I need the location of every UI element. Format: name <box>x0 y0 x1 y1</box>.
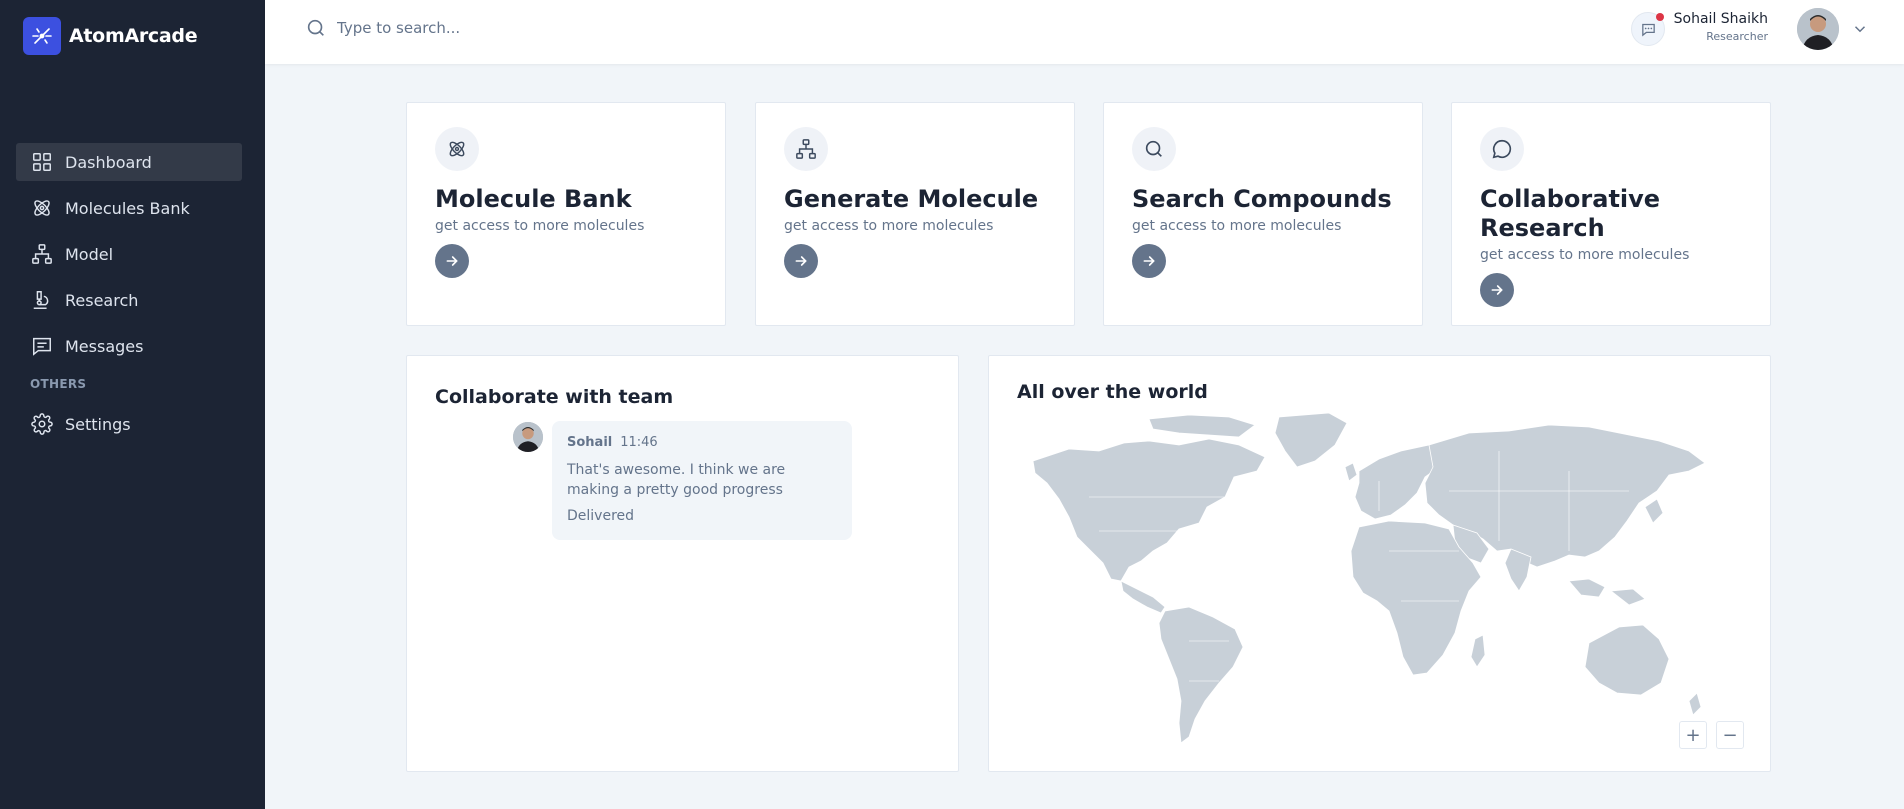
feature-subtitle: get access to more molecules <box>1480 247 1690 263</box>
top-header: Sohail Shaikh Researcher <box>265 0 1904 64</box>
sidebar-item-model[interactable]: Model <box>16 235 242 273</box>
arrow-right-icon <box>446 256 458 266</box>
feature-title: Collaborative Research <box>1480 185 1661 242</box>
chat-bubble-icon <box>1492 139 1512 159</box>
feature-icon-wrap <box>435 127 479 171</box>
user-role: Researcher <box>1706 30 1768 43</box>
panel-title: All over the world <box>1017 381 1208 403</box>
go-button[interactable] <box>435 244 469 278</box>
go-button[interactable] <box>1132 244 1166 278</box>
panel-title: Collaborate with team <box>435 386 674 408</box>
user-name: Sohail Shaikh <box>1673 11 1768 27</box>
search-bar <box>305 17 657 39</box>
chevron-down-icon[interactable] <box>1851 20 1869 38</box>
sidebar-item-messages[interactable]: Messages <box>16 327 242 365</box>
sidebar: AtomArcade Dashboard Molecules Bank Mode… <box>0 0 265 809</box>
go-button[interactable] <box>784 244 818 278</box>
sidebar-item-label: Messages <box>65 336 144 356</box>
go-button[interactable] <box>1480 273 1514 307</box>
chat-message: Sohail 11:46 That's awesome. I think we a… <box>552 421 852 540</box>
feature-title: Molecule Bank <box>435 185 632 213</box>
user-info[interactable]: Sohail Shaikh Researcher <box>1674 11 1768 43</box>
feature-subtitle: get access to more molecules <box>1132 218 1342 234</box>
sidebar-item-molecules-bank[interactable]: Molecules Bank <box>16 189 242 227</box>
message-time: 11:46 <box>620 435 658 450</box>
search-icon <box>1145 140 1162 157</box>
microscope-icon <box>33 291 49 309</box>
arrow-right-icon <box>1491 285 1503 295</box>
world-map[interactable] <box>1029 411 1719 751</box>
sidebar-item-label: Molecules Bank <box>65 198 190 218</box>
sidebar-item-research[interactable]: Research <box>16 281 242 319</box>
message-author: Sohail <box>567 435 613 450</box>
feature-icon-wrap <box>784 127 828 171</box>
sidebar-item-label: Model <box>65 244 114 264</box>
feature-card-generate-molecule[interactable]: Generate Molecule get access to more mol… <box>755 102 1075 326</box>
feature-icon-wrap <box>1480 127 1524 171</box>
message-meta: Sohail 11:46 <box>567 435 837 450</box>
brand-logo-icon <box>23 17 61 55</box>
sidebar-item-settings[interactable]: Settings <box>16 405 242 443</box>
notification-dot <box>1656 13 1664 21</box>
gear-icon <box>31 413 53 435</box>
atom-icon <box>34 200 50 216</box>
chat-icon <box>1641 23 1655 36</box>
arrow-right-icon <box>1143 256 1155 266</box>
avatar <box>513 422 543 452</box>
sidebar-nav: Dashboard Molecules Bank Model Research … <box>16 143 242 451</box>
sidebar-item-label: Dashboard <box>65 152 152 172</box>
world-map-panel: All over the world + − <box>988 355 1771 772</box>
feature-title: Search Compounds <box>1132 185 1392 213</box>
messages-button[interactable] <box>1631 12 1665 46</box>
sitemap-icon <box>32 244 52 264</box>
feature-card-molecule-bank[interactable]: Molecule Bank get access to more molecul… <box>406 102 726 326</box>
arrow-right-icon <box>795 256 807 266</box>
app-name: AtomArcade <box>69 25 198 47</box>
brand[interactable]: AtomArcade <box>23 17 198 55</box>
message-text: That's awesome. I think we are making a … <box>567 462 786 498</box>
avatar[interactable] <box>1797 8 1839 50</box>
feature-subtitle: get access to more molecules <box>784 218 994 234</box>
collaborate-panel: Collaborate with team Sohail 11:46 That's… <box>406 355 959 772</box>
feature-title: Generate Molecule <box>784 185 1039 213</box>
sidebar-item-label: Settings <box>65 414 131 434</box>
zoom-in-button[interactable]: + <box>1679 721 1707 749</box>
sidebar-item-label: Research <box>65 290 139 310</box>
sidebar-item-dashboard[interactable]: Dashboard <box>16 143 242 181</box>
feature-subtitle: get access to more molecules <box>435 218 645 234</box>
sidebar-section-heading: OTHERS <box>30 377 87 391</box>
atom-icon <box>449 141 465 157</box>
sitemap-icon <box>796 139 816 159</box>
search-icon <box>307 19 324 36</box>
feature-icon-wrap <box>1132 127 1176 171</box>
zoom-out-button[interactable]: − <box>1716 721 1744 749</box>
feature-card-collaborative-research[interactable]: Collaborative Research get access to mor… <box>1451 102 1771 326</box>
message-status: Delivered <box>567 508 635 524</box>
grid-icon <box>33 153 51 171</box>
search-input[interactable] <box>337 19 657 37</box>
message-square-icon <box>33 337 51 356</box>
feature-card-search-compounds[interactable]: Search Compounds get access to more mole… <box>1103 102 1423 326</box>
